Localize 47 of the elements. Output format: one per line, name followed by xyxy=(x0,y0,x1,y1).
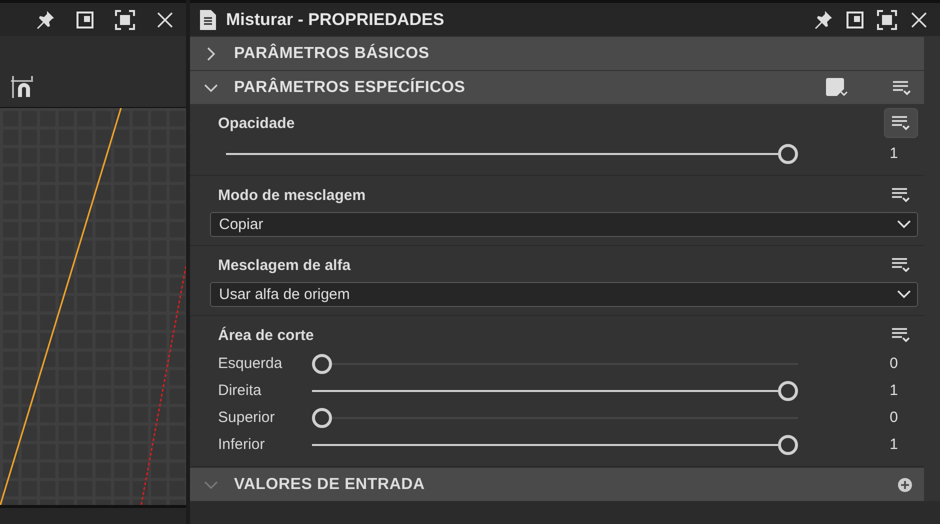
maximize-icon xyxy=(877,10,897,30)
chevron-down-icon xyxy=(897,290,911,299)
section-header[interactable]: PARÂMETROS BÁSICOS xyxy=(190,37,924,70)
pin-icon xyxy=(813,10,833,30)
note-icon xyxy=(826,78,848,98)
document-icon xyxy=(200,10,216,30)
window-icon xyxy=(76,10,94,28)
close-icon xyxy=(911,12,927,28)
slider-value: 1 xyxy=(888,145,899,162)
float-button[interactable] xyxy=(74,8,96,30)
slider-value: 0 xyxy=(888,409,899,426)
slider-label: Inferior xyxy=(218,436,266,453)
close-icon xyxy=(157,12,173,28)
list-menu-icon xyxy=(891,187,911,203)
options-button[interactable] xyxy=(884,108,918,138)
slider-label: Direita xyxy=(218,382,262,399)
slider-thumb[interactable] xyxy=(778,144,798,164)
group-label: Opacidade xyxy=(218,114,295,132)
slider-label: Esquerda xyxy=(218,355,284,372)
dropdown[interactable]: Copiar xyxy=(210,212,918,237)
group-label: Mesclagem de alfa xyxy=(218,256,351,274)
group-label: Área de corte xyxy=(218,326,314,344)
slider-value: 0 xyxy=(888,355,899,372)
section-header[interactable]: PARÂMETROS ESPECÍFICOS xyxy=(190,71,924,104)
maximize-button[interactable] xyxy=(876,8,898,30)
magnet-icon xyxy=(10,75,36,99)
slider-thumb[interactable] xyxy=(312,354,332,374)
list-menu-icon xyxy=(891,257,911,273)
maximize-button[interactable] xyxy=(114,8,136,30)
slider-value: 1 xyxy=(888,436,899,453)
pin-icon xyxy=(35,10,55,30)
list-menu-icon xyxy=(891,115,911,131)
float-button[interactable] xyxy=(844,8,866,30)
window-icon xyxy=(846,10,864,28)
add-icon xyxy=(898,478,912,492)
maximize-icon xyxy=(115,10,135,30)
list-menu-icon xyxy=(891,327,911,343)
panel-title: Misturar - PROPRIEDADES xyxy=(226,10,446,30)
group-label: Modo de mesclagem xyxy=(218,186,366,204)
list-menu-icon xyxy=(892,80,912,96)
dropdown[interactable]: Usar alfa de origem xyxy=(210,282,918,307)
chevron-down-icon xyxy=(897,220,911,229)
slider-thumb[interactable] xyxy=(312,408,332,428)
slider-label: Superior xyxy=(218,409,276,426)
slider-value: 1 xyxy=(888,382,899,399)
slider-thumb[interactable] xyxy=(778,380,798,400)
slider-thumb[interactable] xyxy=(778,434,798,454)
